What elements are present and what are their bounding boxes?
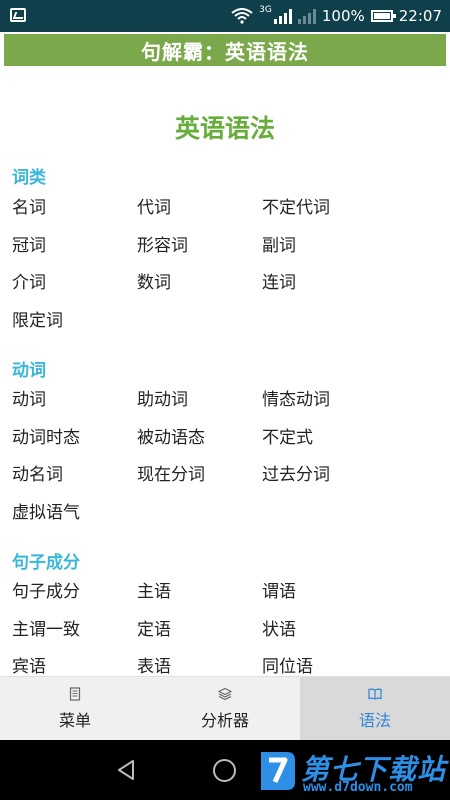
network-type: 3G [259, 5, 272, 15]
grammar-link[interactable]: 限定词 [12, 303, 137, 341]
grammar-link[interactable]: 情态动词 [262, 382, 387, 420]
menu-doc-icon [69, 687, 81, 701]
watermark-url: www.d7down.com [303, 780, 413, 795]
bottom-tab-bar: 菜单 分析器 语法 [0, 676, 450, 741]
section-heading-verbs: 动词 [12, 361, 46, 381]
tab-analyzer-label: 分析器 [200, 711, 249, 730]
status-bar: 3G 100% 22:07 [0, 0, 450, 32]
grammar-link[interactable]: 主语 [137, 574, 262, 612]
status-icons: 3G 100% 22:07 [231, 0, 442, 32]
grammar-content[interactable]: 英语语法 词类 名词 代词 不定代词 冠词 形容词 副词 介词 数词 连词 限定… [0, 66, 450, 676]
signal-icon [273, 8, 292, 24]
grammar-link[interactable]: 介词 [12, 265, 137, 303]
grammar-link[interactable]: 冠词 [12, 228, 137, 266]
grammar-link[interactable]: 连词 [262, 265, 387, 303]
grammar-link[interactable]: 虚拟语气 [12, 495, 137, 533]
gallery-notification-icon [10, 8, 26, 22]
clock: 22:07 [398, 7, 442, 25]
tab-analyzer[interactable]: 分析器 [150, 677, 300, 741]
layers-icon [218, 687, 232, 701]
section-heading-sentence-elements: 句子成分 [12, 553, 80, 573]
grammar-link[interactable]: 不定式 [262, 420, 387, 458]
grammar-link[interactable]: 宾语 [12, 649, 137, 676]
grammar-link[interactable]: 状语 [262, 612, 387, 650]
app-bar: 句解霸：英语语法 [4, 34, 446, 66]
grammar-link[interactable]: 不定代词 [262, 190, 387, 228]
grid-row: 动词 助动词 情态动词 [12, 382, 442, 420]
battery-icon [370, 10, 396, 22]
grid-row: 介词 数词 连词 [12, 265, 442, 303]
grammar-link[interactable]: 表语 [137, 649, 262, 676]
grammar-link[interactable]: 句子成分 [12, 574, 137, 612]
tab-grammar-label: 语法 [358, 711, 391, 730]
back-icon[interactable] [116, 759, 136, 781]
wifi-icon [231, 8, 253, 24]
section-grid-verbs: 动词 助动词 情态动词 动词时态 被动语态 不定式 动名词 现在分词 过去分词 … [12, 382, 442, 532]
grammar-link[interactable]: 被动语态 [137, 420, 262, 458]
app-title: 句解霸：英语语法 [141, 39, 309, 64]
book-icon [368, 688, 382, 700]
grammar-link[interactable]: 动词时态 [12, 420, 137, 458]
grid-row: 动名词 现在分词 过去分词 [12, 457, 442, 495]
grammar-link[interactable]: 动名词 [12, 457, 137, 495]
grid-row: 限定词 [12, 303, 442, 341]
battery-percent: 100% [321, 7, 365, 25]
signal-2-icon [297, 8, 316, 24]
grammar-link[interactable]: 数词 [137, 265, 262, 303]
page-title: 英语语法 [174, 114, 275, 143]
grammar-link[interactable]: 谓语 [262, 574, 387, 612]
d7-logo-icon [261, 752, 295, 790]
grammar-link[interactable]: 过去分词 [262, 457, 387, 495]
grid-row: 主谓一致 定语 状语 [12, 612, 442, 650]
grammar-link[interactable]: 形容词 [137, 228, 262, 266]
grid-row: 动词时态 被动语态 不定式 [12, 420, 442, 458]
tab-grammar[interactable]: 语法 [300, 677, 450, 741]
grammar-link[interactable]: 现在分词 [137, 457, 262, 495]
grid-row: 句子成分 主语 谓语 [12, 574, 442, 612]
grammar-link[interactable]: 副词 [262, 228, 387, 266]
grid-row: 冠词 形容词 副词 [12, 228, 442, 266]
grid-row: 宾语 表语 同位语 [12, 649, 442, 676]
grid-row: 名词 代词 不定代词 [12, 190, 442, 228]
grammar-link[interactable]: 助动词 [137, 382, 262, 420]
section-grid-word-classes: 名词 代词 不定代词 冠词 形容词 副词 介词 数词 连词 限定词 [12, 190, 442, 340]
watermark-logo: 第七下载站 www.d7down.com [257, 746, 447, 798]
grammar-link[interactable]: 主谓一致 [12, 612, 137, 650]
grammar-link[interactable]: 同位语 [262, 649, 387, 676]
tab-menu[interactable]: 菜单 [0, 677, 150, 741]
home-icon[interactable] [213, 759, 236, 782]
grammar-link[interactable]: 定语 [137, 612, 262, 650]
grammar-link[interactable]: 动词 [12, 382, 137, 420]
tab-menu-label: 菜单 [58, 711, 91, 730]
section-grid-sentence-elements: 句子成分 主语 谓语 主谓一致 定语 状语 宾语 表语 同位语 [12, 574, 442, 676]
grid-row: 虚拟语气 [12, 495, 442, 533]
grammar-link[interactable]: 代词 [137, 190, 262, 228]
grammar-link[interactable]: 名词 [12, 190, 137, 228]
section-heading-word-classes: 词类 [12, 168, 46, 188]
